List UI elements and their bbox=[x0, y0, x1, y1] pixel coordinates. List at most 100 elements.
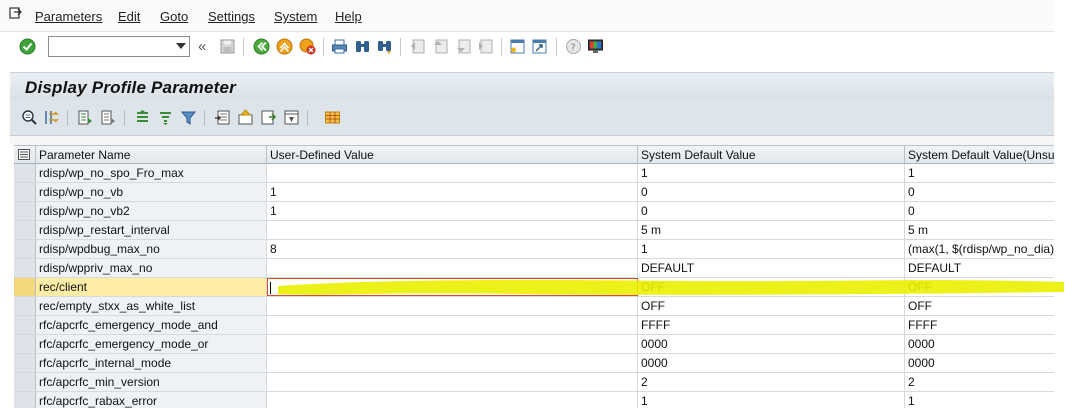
table-row[interactable]: rdisp/wppriv_max_no DEFAULT DEFAULT bbox=[14, 259, 1054, 278]
cell-system-default-unsubstituted: 5 m bbox=[905, 221, 1054, 239]
column-header-system-default-value[interactable]: System Default Value bbox=[638, 146, 905, 164]
sort-ascending-icon[interactable] bbox=[77, 109, 94, 126]
save-icon[interactable] bbox=[219, 38, 236, 55]
cell-user-defined-value[interactable] bbox=[267, 316, 638, 334]
app-toolbar-separator bbox=[307, 110, 308, 126]
row-selector[interactable] bbox=[14, 259, 36, 277]
column-header-parameter-name[interactable]: Parameter Name bbox=[36, 146, 267, 164]
create-shortcut-icon[interactable] bbox=[531, 38, 548, 55]
cell-user-defined-value[interactable] bbox=[267, 221, 638, 239]
row-selector[interactable] bbox=[14, 164, 36, 182]
table-row[interactable]: rfc/apcrfc_emergency_mode_or 0000 0000 bbox=[14, 335, 1054, 354]
table-row[interactable]: rdisp/wp_no_vb 1 0 0 bbox=[14, 183, 1054, 202]
table-row[interactable]: rdisp/wp_restart_interval 5 m5 m bbox=[14, 221, 1054, 240]
last-page-icon[interactable] bbox=[477, 38, 494, 55]
column-header-system-default-unsubstituted[interactable]: System Default Value(Unsubstituted) bbox=[905, 146, 1054, 164]
table-row[interactable]: rec/empty_stxx_as_white_list OFF OFF bbox=[14, 297, 1054, 316]
cell-system-default-value: 1 bbox=[638, 240, 905, 258]
table-row[interactable]: rfc/apcrfc_min_version 2 2 bbox=[14, 373, 1054, 392]
back-icon[interactable] bbox=[253, 38, 270, 55]
table-row[interactable]: rfc/apcrfc_internal_mode 0000 0000 bbox=[14, 354, 1054, 373]
change-layout-icon[interactable] bbox=[283, 109, 300, 126]
command-field-input[interactable] bbox=[49, 37, 169, 56]
cancel-icon[interactable] bbox=[299, 38, 316, 55]
cell-system-default-value: 5 m bbox=[638, 221, 905, 239]
cell-user-defined-value[interactable] bbox=[267, 164, 638, 182]
print-icon[interactable] bbox=[331, 38, 348, 55]
cell-user-defined-value[interactable]: 1 bbox=[267, 183, 638, 201]
table-row[interactable]: rdisp/wp_no_vb2 1 0 0 bbox=[14, 202, 1054, 221]
system-menu-icon[interactable] bbox=[9, 6, 23, 20]
row-selector[interactable] bbox=[14, 240, 36, 258]
select-layout-icon[interactable] bbox=[43, 109, 60, 126]
help-icon[interactable]: ? bbox=[565, 38, 582, 55]
row-selector[interactable] bbox=[14, 297, 36, 315]
next-page-icon[interactable] bbox=[455, 38, 472, 55]
row-selector[interactable] bbox=[14, 373, 36, 391]
print-preview-icon[interactable] bbox=[237, 109, 254, 126]
command-field[interactable] bbox=[48, 36, 190, 57]
select-all-button[interactable] bbox=[14, 146, 36, 164]
row-selector[interactable] bbox=[14, 392, 36, 408]
cell-user-defined-value[interactable] bbox=[267, 392, 638, 408]
cell-system-default-value: DEFAULT bbox=[638, 259, 905, 277]
title-bar: Display Profile Parameter bbox=[10, 72, 1054, 100]
menu-help[interactable]: Help bbox=[335, 9, 362, 24]
table-row[interactable]: rfc/apcrfc_rabax_error 1 1 bbox=[14, 392, 1054, 408]
table-row[interactable]: rfc/apcrfc_emergency_mode_and FFFF FFFF bbox=[14, 316, 1054, 335]
views-icon[interactable] bbox=[260, 109, 277, 126]
menu-settings[interactable]: Settings bbox=[208, 9, 255, 24]
text-cursor bbox=[270, 282, 271, 294]
enter-checkmark-icon[interactable] bbox=[19, 38, 36, 55]
cell-user-defined-value[interactable] bbox=[267, 354, 638, 372]
row-selector[interactable] bbox=[14, 335, 36, 353]
filter-icon[interactable] bbox=[180, 109, 197, 126]
row-selector[interactable] bbox=[14, 183, 36, 201]
row-selector[interactable] bbox=[14, 278, 36, 296]
first-page-icon[interactable] bbox=[409, 38, 426, 55]
find-next-icon[interactable] bbox=[376, 38, 393, 55]
grid-icon[interactable] bbox=[324, 109, 341, 126]
toolbar-separator bbox=[501, 38, 502, 56]
toolbar-separator bbox=[323, 38, 324, 56]
grid-gap bbox=[10, 136, 1054, 145]
cell-parameter-name: rdisp/wppriv_max_no bbox=[36, 259, 267, 277]
cell-user-defined-value[interactable] bbox=[267, 335, 638, 353]
cell-user-defined-value[interactable] bbox=[267, 259, 638, 277]
column-header-user-defined-value[interactable]: User-Defined Value bbox=[267, 146, 638, 164]
total-icon[interactable] bbox=[134, 109, 151, 126]
cell-user-defined-value[interactable] bbox=[267, 278, 638, 296]
menu-goto[interactable]: Goto bbox=[160, 9, 188, 24]
create-session-icon[interactable] bbox=[509, 38, 526, 55]
menu-edit[interactable]: Edit bbox=[118, 9, 140, 24]
cell-user-defined-value[interactable]: 8 bbox=[267, 240, 638, 258]
row-selector[interactable] bbox=[14, 316, 36, 334]
collapse-icon[interactable]: « bbox=[198, 38, 215, 55]
menu-bar: Parameters Edit Goto Settings System Hel… bbox=[0, 0, 1054, 32]
app-toolbar-separator bbox=[204, 110, 205, 126]
details-icon[interactable] bbox=[21, 109, 38, 126]
sort-descending-icon[interactable] bbox=[100, 109, 117, 126]
find-icon[interactable] bbox=[354, 38, 371, 55]
cell-user-defined-value[interactable]: 1 bbox=[267, 202, 638, 220]
exit-icon[interactable] bbox=[276, 38, 293, 55]
customize-layout-icon[interactable] bbox=[587, 38, 604, 55]
subtotal-icon[interactable] bbox=[157, 109, 174, 126]
row-selector[interactable] bbox=[14, 354, 36, 372]
previous-page-icon[interactable] bbox=[432, 38, 449, 55]
cell-parameter-name: rdisp/wp_no_vb bbox=[36, 183, 267, 201]
row-selector[interactable] bbox=[14, 202, 36, 220]
table-row[interactable]: rec/client OFF OFF bbox=[14, 278, 1054, 297]
cell-system-default-unsubstituted: OFF bbox=[905, 297, 1054, 315]
table-row[interactable]: rdisp/wpdbug_max_no 8 1 (max(1, $(rdisp/wp_… bbox=[14, 240, 1054, 259]
menu-system[interactable]: System bbox=[274, 9, 317, 24]
cell-system-default-unsubstituted: 1 bbox=[905, 164, 1054, 182]
app-toolbar-separator bbox=[67, 110, 68, 126]
row-selector[interactable] bbox=[14, 221, 36, 239]
cell-user-defined-value[interactable] bbox=[267, 297, 638, 315]
export-icon[interactable] bbox=[214, 109, 231, 126]
table-row[interactable]: rdisp/wp_no_spo_Fro_max 1 1 bbox=[14, 164, 1054, 183]
menu-parameters[interactable]: Parameters bbox=[35, 9, 102, 24]
cell-user-defined-value[interactable] bbox=[267, 373, 638, 391]
chevron-down-icon[interactable] bbox=[176, 43, 186, 49]
